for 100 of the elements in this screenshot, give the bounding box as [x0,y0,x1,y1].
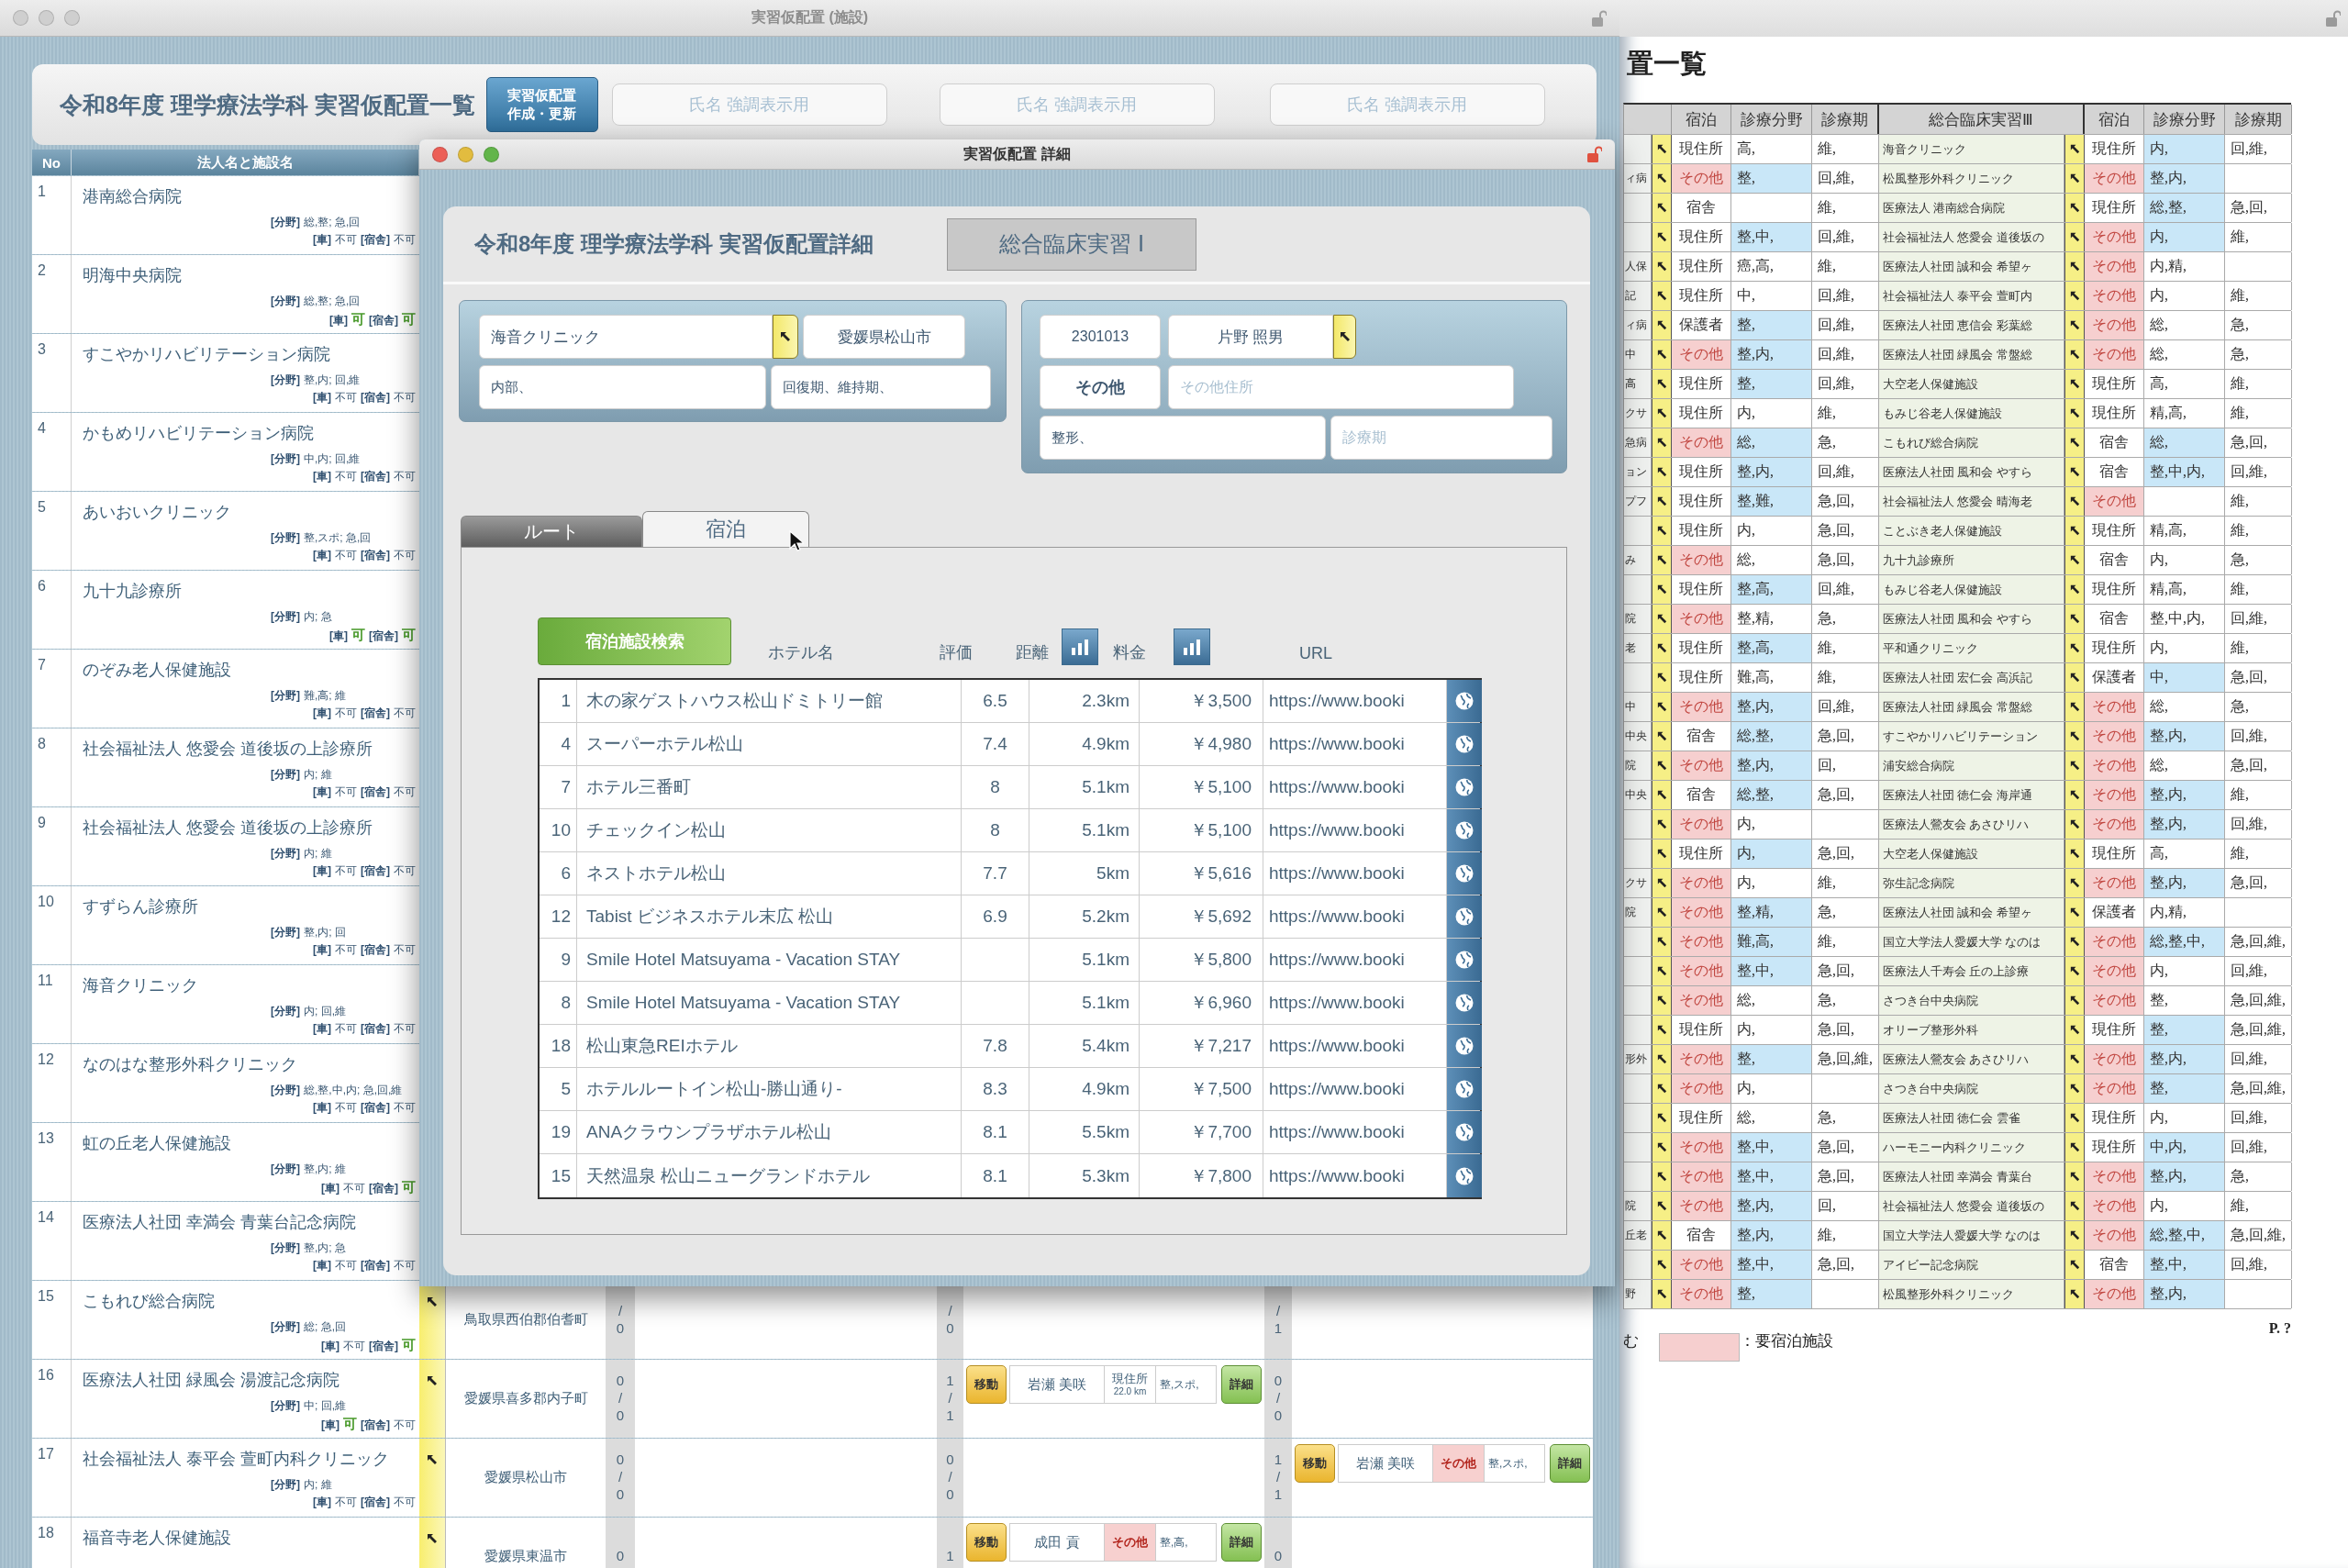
jump-button[interactable] [1652,164,1672,193]
jump-button[interactable] [1652,605,1672,633]
jump-button[interactable] [1333,315,1356,359]
jump-button[interactable] [1652,1074,1672,1103]
jump-button[interactable] [1652,722,1672,751]
jump-button[interactable] [2064,693,2085,721]
close-button[interactable] [432,146,448,162]
jump-button[interactable] [2064,663,2085,692]
jump-button[interactable] [2064,546,2085,574]
jump-button[interactable] [2064,370,2085,398]
jump-button[interactable] [2064,1251,2085,1279]
jump-button[interactable] [2064,1016,2085,1044]
jump-button[interactable] [2064,1280,2085,1308]
jump-button[interactable] [1652,458,1672,486]
jump-button[interactable] [1652,487,1672,516]
jump-button[interactable] [1652,898,1672,927]
jump-button[interactable] [2064,135,2085,163]
period-field[interactable]: 診療期 [1330,416,1552,460]
jump-button[interactable] [1652,1221,1672,1250]
jump-button[interactable] [2064,340,2085,369]
jump-button[interactable] [2064,928,2085,956]
jump-button[interactable] [2064,164,2085,193]
name-highlight-field[interactable]: 氏名 強調表示用 [939,83,1215,126]
jump-button[interactable] [2064,1221,2085,1250]
jump-button[interactable] [1652,370,1672,398]
jump-button[interactable] [2064,986,2085,1015]
open-link-button[interactable] [1447,982,1482,1024]
jump-button[interactable] [2064,605,2085,633]
detail-button[interactable]: 詳細 [1221,1523,1262,1562]
jump-button[interactable] [1652,986,1672,1015]
jump-button[interactable] [1652,751,1672,780]
jump-button[interactable] [1652,340,1672,369]
jump-button[interactable] [1652,1104,1672,1132]
open-link-button[interactable] [1447,680,1482,722]
open-link-button[interactable] [1447,1154,1482,1197]
update-button[interactable]: 実習仮配置 作成・更新 [485,77,598,132]
sort-button[interactable] [1062,628,1098,665]
jump-button[interactable] [2064,1104,2085,1132]
address-field[interactable]: その他住所 [1168,365,1514,409]
jump-button[interactable] [1652,810,1672,839]
jump-button[interactable] [2064,487,2085,516]
jump-button[interactable] [1652,194,1672,222]
jump-button[interactable] [1652,957,1672,985]
jump-button[interactable] [1652,135,1672,163]
jump-button[interactable] [2064,1162,2085,1191]
jump-button[interactable] [2064,722,2085,751]
jump-button[interactable] [2064,399,2085,428]
jump-button[interactable] [1652,1251,1672,1279]
jump-button[interactable] [1652,282,1672,310]
detail-button[interactable]: 詳細 [1550,1444,1590,1483]
open-link-button[interactable] [1447,1111,1482,1153]
open-link-button[interactable] [1447,809,1482,851]
jump-button[interactable] [2064,1074,2085,1103]
jump-button[interactable] [2064,223,2085,251]
open-link-button[interactable] [1447,723,1482,765]
jump-button[interactable] [2064,575,2085,604]
jump-button[interactable] [1652,1280,1672,1308]
jump-button[interactable] [2064,1133,2085,1162]
open-link-button[interactable] [1447,852,1482,895]
tab[interactable]: ルート [461,516,642,547]
jump-button[interactable] [2064,751,2085,780]
jump-button[interactable] [1652,928,1672,956]
jump-button[interactable] [1652,575,1672,604]
jump-button[interactable] [1652,869,1672,897]
open-link-button[interactable] [1447,895,1482,938]
jump-button[interactable] [1652,252,1672,281]
jump-button[interactable] [2064,428,2085,457]
jump-button[interactable] [1652,634,1672,662]
jump-button[interactable] [2064,1192,2085,1220]
jump-button[interactable] [2064,810,2085,839]
jump-button[interactable] [1652,663,1672,692]
lock-icon[interactable] [1587,146,1602,162]
open-link-button[interactable] [1447,1068,1482,1110]
move-button[interactable]: 移動 [966,1523,1007,1562]
jump-button[interactable] [2064,517,2085,545]
jump-button[interactable] [1652,781,1672,809]
jump-button[interactable] [2064,194,2085,222]
name-highlight-field[interactable]: 氏名 強調表示用 [1269,83,1545,126]
jump-button[interactable] [1652,399,1672,428]
jump-button[interactable] [1652,1016,1672,1044]
open-link-button[interactable] [1447,939,1482,981]
jump-button[interactable] [1652,840,1672,868]
sort-button[interactable] [1174,628,1210,665]
move-button[interactable]: 移動 [966,1365,1007,1404]
zoom-button[interactable] [484,146,499,162]
jump-button[interactable] [2064,957,2085,985]
move-button[interactable]: 移動 [1295,1444,1335,1483]
jump-button[interactable] [1652,428,1672,457]
jump-button[interactable] [2064,869,2085,897]
jump-button[interactable] [773,315,798,359]
open-link-button[interactable] [1447,1025,1482,1067]
jump-button[interactable] [1652,1162,1672,1191]
jump-button[interactable] [2064,781,2085,809]
tab[interactable]: 宿泊 [642,511,809,547]
jump-button[interactable] [2064,634,2085,662]
jump-button[interactable] [1652,223,1672,251]
jump-button[interactable] [1652,1192,1672,1220]
jump-button[interactable] [2064,282,2085,310]
open-link-button[interactable] [1447,766,1482,808]
jump-button[interactable] [1652,517,1672,545]
